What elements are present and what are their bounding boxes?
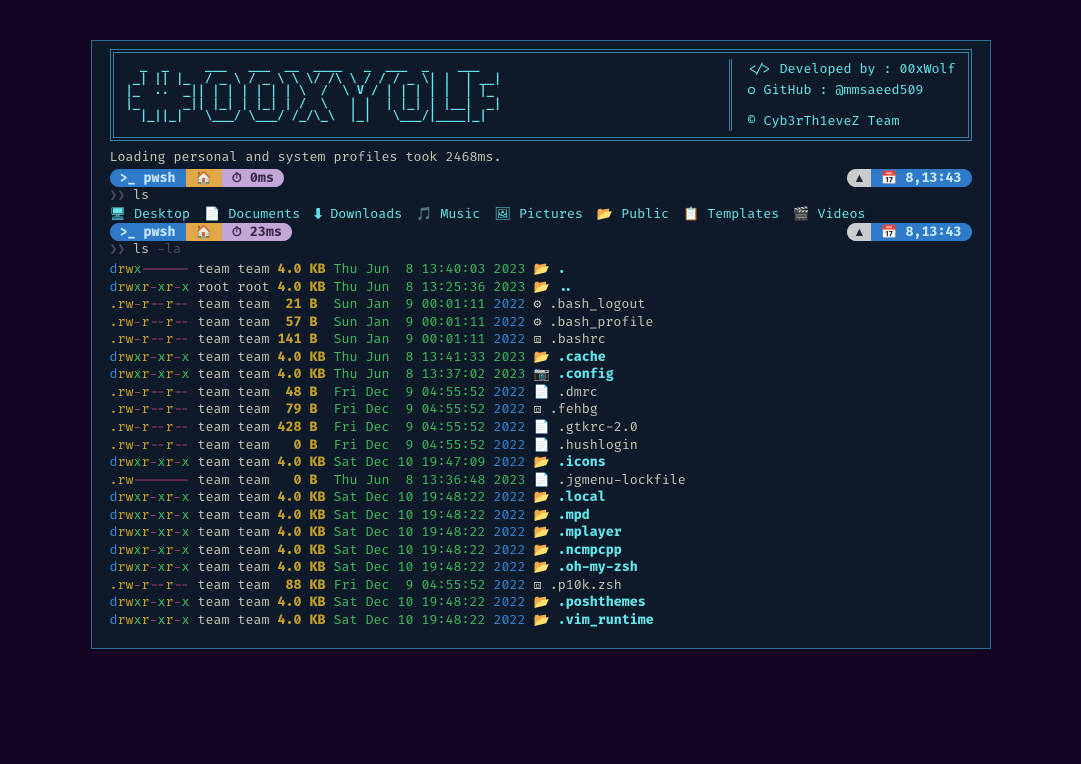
dir-badge: 🏠 [186,223,222,241]
github-icon: ◯ [748,80,756,101]
folder-item: 📋 Templates [683,206,779,222]
listing-row: drwxr-xr-x team team 4.0 KB Thu Jun 8 13… [110,366,972,384]
prompt-row-2: >_ pwsh 🏠 ⏱ 23ms ▲ 📅 8,13:43 [110,223,972,241]
loading-message: Loading personal and system profiles too… [110,149,972,165]
banner: _ _ ___ ___ __ ____ _ ___ _ ___ _| || |_… [110,49,972,141]
terminal-window[interactable]: _ _ ___ ___ __ ____ _ ___ _ ___ _| || |_… [91,40,991,649]
listing-row: drwxr-xr-x team team 4.0 KB Sat Dec 10 1… [110,507,972,525]
command-line-1[interactable]: ❯❯ ls [110,187,972,205]
folder-item: 📂 Public [597,206,669,222]
code-icon: </> [748,59,772,80]
arch-icon: ▲ [847,169,871,187]
listing-row: drwxr-xr-x team team 4.0 KB Sat Dec 10 1… [110,559,972,577]
listing-row: .rw-r--r-- team team 21 B Sun Jan 9 00:0… [110,296,972,314]
developer-line: Developed by : 00xWolf [780,59,956,80]
folder-item: 🎬 Videos [793,206,865,222]
listing-row: drwxr-xr-x team team 4.0 KB Sat Dec 10 1… [110,612,972,630]
listing-row: drwxr-xr-x team team 4.0 KB Thu Jun 8 13… [110,349,972,367]
listing-row: .rw-r--r-- team team 57 B Sun Jan 9 00:0… [110,314,972,332]
listing-row: .rw-r--r-- team team 48 B Fri Dec 9 04:5… [110,384,972,402]
copyright-icon: © [748,111,756,132]
dir-badge: 🏠 [186,169,222,187]
arch-icon: ▲ [847,223,871,241]
file-listing: drwx------ team team 4.0 KB Thu Jun 8 13… [110,261,972,629]
clock-1: ▲ 📅 8,13:43 [847,169,971,187]
listing-row: .rw-r--r-- team team 0 B Fri Dec 9 04:55… [110,437,972,455]
listing-row: drwxr-xr-x team team 4.0 KB Sat Dec 10 1… [110,594,972,612]
listing-row: drwxr-xr-x team team 4.0 KB Sat Dec 10 1… [110,542,972,560]
ascii-logo: _ _ ___ ___ __ ____ _ ___ _ ___ _| || |_… [126,59,729,131]
clock-2: ▲ 📅 8,13:43 [847,223,971,241]
folder-item: 📄 Documents [204,206,300,222]
shell-badge: >_ pwsh [110,223,186,241]
listing-row: .rw-r--r-- team team 88 KB Fri Dec 9 04:… [110,577,972,595]
duration-badge: ⏱ 23ms [222,223,292,241]
listing-row: drwxr-xr-x team team 4.0 KB Sat Dec 10 1… [110,524,972,542]
folder-list: 🖥 Desktop 📄 Documents ⬇ Downloads 🎵 Music 🖼 … [110,206,972,224]
team-line: Cyb3rTh1eveZ Team [764,111,900,132]
listing-row: drwxr-xr-x team team 4.0 KB Sat Dec 10 1… [110,454,972,472]
github-line: GitHub : @mmsaeed509 [764,80,924,101]
duration-badge: ⏱ 0ms [222,169,284,187]
clock-time: 📅 8,13:43 [871,169,971,187]
folder-item: 🖥 Desktop [110,206,191,222]
clock-time: 📅 8,13:43 [871,223,971,241]
listing-row: .rw------- team team 0 B Thu Jun 8 13:36… [110,472,972,490]
command-line-2[interactable]: ❯❯ ls -la [110,241,972,259]
info-panel: </> Developed by : 00xWolf ◯ GitHub : @mms… [729,59,956,131]
listing-row: drwxr-xr-x team team 4.0 KB Sat Dec 10 1… [110,489,972,507]
folder-item: ⬇ Downloads [314,206,402,222]
listing-row: drwx------ team team 4.0 KB Thu Jun 8 13… [110,261,972,279]
prompt-row-1: >_ pwsh 🏠 ⏱ 0ms ▲ 📅 8,13:43 [110,169,972,187]
folder-item: 🎵 Music [416,206,480,222]
listing-row: drwxr-xr-x root root 4.0 KB Thu Jun 8 13… [110,279,972,297]
folder-item: 🖼 Pictures [494,206,583,222]
listing-row: .rw-r--r-- team team 79 B Fri Dec 9 04:5… [110,401,972,419]
shell-badge: >_ pwsh [110,169,186,187]
listing-row: .rw-r--r-- team team 428 B Fri Dec 9 04:… [110,419,972,437]
listing-row: .rw-r--r-- team team 141 B Sun Jan 9 00:… [110,331,972,349]
